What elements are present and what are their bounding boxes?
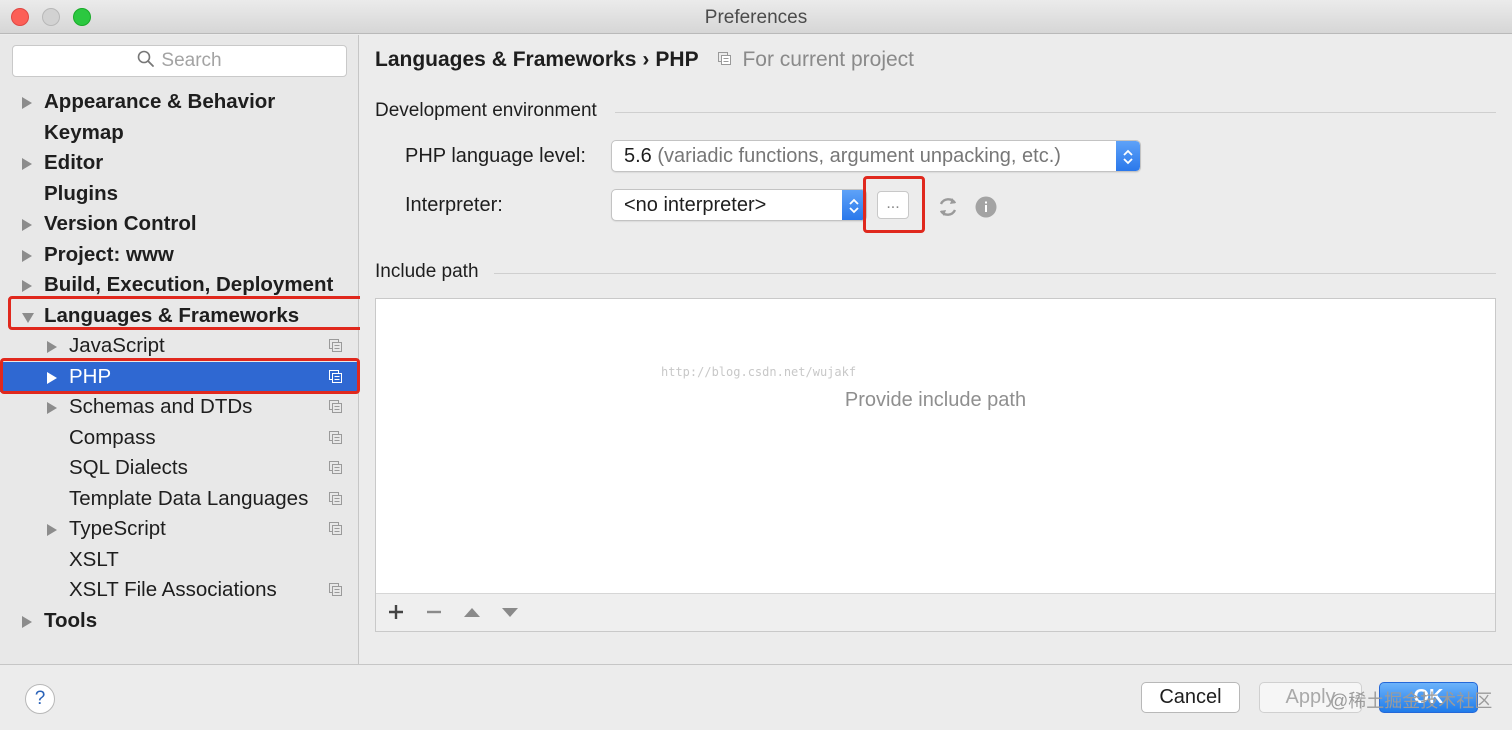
include-path-title: Include path xyxy=(375,261,479,282)
sidebar-item-label: SQL Dialects xyxy=(69,456,188,479)
help-button[interactable]: ? xyxy=(25,684,55,714)
include-path-toolbar xyxy=(376,593,1495,631)
project-scope-icon xyxy=(329,522,342,535)
sidebar-item-label: Project: www xyxy=(44,242,174,266)
breadcrumb-separator: › xyxy=(642,48,650,71)
breadcrumb-current: PHP xyxy=(655,48,699,71)
info-icon[interactable] xyxy=(975,196,997,218)
breadcrumb: Languages & Frameworks › PHP For current p… xyxy=(375,48,914,72)
dev-env-divider xyxy=(615,112,1496,113)
project-scope-icon xyxy=(329,583,342,596)
chevron-updown-icon xyxy=(1116,141,1140,171)
project-scope-icon xyxy=(329,400,342,413)
sidebar-item-compass[interactable]: Compass xyxy=(0,423,359,453)
highlight-languages-frameworks xyxy=(8,296,364,330)
sidebar-item-label: Editor xyxy=(44,151,104,174)
language-level-description: (variadic functions, argument unpacking,… xyxy=(657,145,1061,167)
site-watermark: @稀土掘金技术社区 xyxy=(1330,691,1493,711)
sidebar-item-appearance-behavior[interactable]: Appearance & Behavior xyxy=(0,87,359,117)
reload-icon[interactable] xyxy=(936,195,960,219)
search-placeholder: Search xyxy=(161,50,222,71)
dev-env-title: Development environment xyxy=(375,100,597,121)
project-scope-icon xyxy=(329,461,342,474)
sidebar-item-tools[interactable]: Tools xyxy=(0,606,359,636)
remove-icon[interactable] xyxy=(422,600,446,624)
move-down-icon[interactable] xyxy=(498,600,522,624)
sidebar-item-schemas-and-dtds[interactable]: Schemas and DTDs xyxy=(0,392,359,422)
breadcrumb-parent[interactable]: Languages & Frameworks xyxy=(375,48,636,71)
project-scope-icon xyxy=(718,51,732,65)
sidebar-item-keymap[interactable]: Keymap xyxy=(0,118,359,148)
add-icon[interactable] xyxy=(384,600,408,624)
move-up-icon[interactable] xyxy=(460,600,484,624)
search-input[interactable]: Search xyxy=(12,45,347,77)
sidebar-item-xslt-file-associations[interactable]: XSLT File Associations xyxy=(0,575,359,605)
collapsed-arrow-icon[interactable] xyxy=(22,249,32,262)
include-path-divider xyxy=(494,273,1496,274)
sidebar-item-label: Version Control xyxy=(44,212,197,235)
sidebar-item-label: Template Data Languages xyxy=(69,486,309,510)
highlight-browse-button xyxy=(863,176,925,233)
include-path-list[interactable]: http://blog.csdn.net/wujakf Provide incl… xyxy=(375,298,1496,632)
interpreter-select[interactable]: <no interpreter> xyxy=(611,189,867,221)
sidebar-item-label: XSLT xyxy=(69,547,119,571)
interpreter-label: Interpreter: xyxy=(405,194,503,216)
sidebar-item-label: Appearance & Behavior xyxy=(44,90,276,113)
project-scope-icon xyxy=(329,339,342,352)
language-level-value: 5.6 xyxy=(624,145,652,167)
collapsed-arrow-icon[interactable] xyxy=(47,341,57,353)
interpreter-value: <no interpreter> xyxy=(624,194,767,216)
language-level-label: PHP language level: xyxy=(405,145,586,167)
sidebar-item-label: JavaScript xyxy=(69,334,165,357)
collapsed-arrow-icon[interactable] xyxy=(22,97,32,109)
collapsed-arrow-icon[interactable] xyxy=(22,280,32,292)
sidebar-item-version-control[interactable]: Version Control xyxy=(0,209,359,239)
collapsed-arrow-icon[interactable] xyxy=(22,219,32,231)
search-icon xyxy=(138,51,155,68)
blog-watermark: http://blog.csdn.net/wujakf xyxy=(661,365,857,379)
language-level-select[interactable]: 5.6 (variadic functions, argument unpack… xyxy=(611,140,1141,172)
settings-sidebar: Search Appearance & Behavior Keymap Editor… xyxy=(0,35,364,664)
collapsed-arrow-icon[interactable] xyxy=(22,158,32,170)
sidebar-item-label: Tools xyxy=(44,608,98,632)
window-title: Preferences xyxy=(704,7,808,28)
sidebar-item-sql-dialects[interactable]: SQL Dialects xyxy=(0,453,359,483)
settings-content: Languages & Frameworks › PHP For current p… xyxy=(360,35,1512,664)
sidebar-item-project-www[interactable]: Project: www xyxy=(0,240,359,270)
sidebar-item-typescript[interactable]: TypeScript xyxy=(0,514,359,544)
project-scope-icon xyxy=(329,430,342,444)
sidebar-item-javascript[interactable]: JavaScript xyxy=(0,331,359,361)
collapsed-arrow-icon[interactable] xyxy=(47,524,57,536)
sidebar-item-label: XSLT File Associations xyxy=(69,578,277,601)
cancel-button[interactable]: Cancel xyxy=(1141,682,1240,713)
sidebar-item-label: Schemas and DTDs xyxy=(69,395,253,418)
title-bar: Preferences xyxy=(0,0,1512,34)
include-path-empty-text: Provide include path xyxy=(844,389,1027,411)
highlight-php xyxy=(0,358,360,394)
collapsed-arrow-icon[interactable] xyxy=(22,615,32,628)
scope-label: For current project xyxy=(742,48,915,71)
sidebar-item-plugins[interactable]: Plugins xyxy=(0,179,359,209)
sidebar-item-xslt[interactable]: XSLT xyxy=(0,545,359,575)
sidebar-item-label: TypeScript xyxy=(69,517,166,540)
dialog-footer: ? Cancel Apply OK @稀土掘金技术社区 xyxy=(0,664,1512,730)
sidebar-item-label: Compass xyxy=(69,425,156,449)
sidebar-item-label: Plugins xyxy=(44,181,119,205)
sidebar-item-editor[interactable]: Editor xyxy=(0,148,359,178)
sidebar-item-label: Keymap xyxy=(44,120,124,144)
project-scope-icon xyxy=(329,491,342,505)
sidebar-item-template-data-languages[interactable]: Template Data Languages xyxy=(0,484,359,514)
collapsed-arrow-icon[interactable] xyxy=(47,402,57,414)
